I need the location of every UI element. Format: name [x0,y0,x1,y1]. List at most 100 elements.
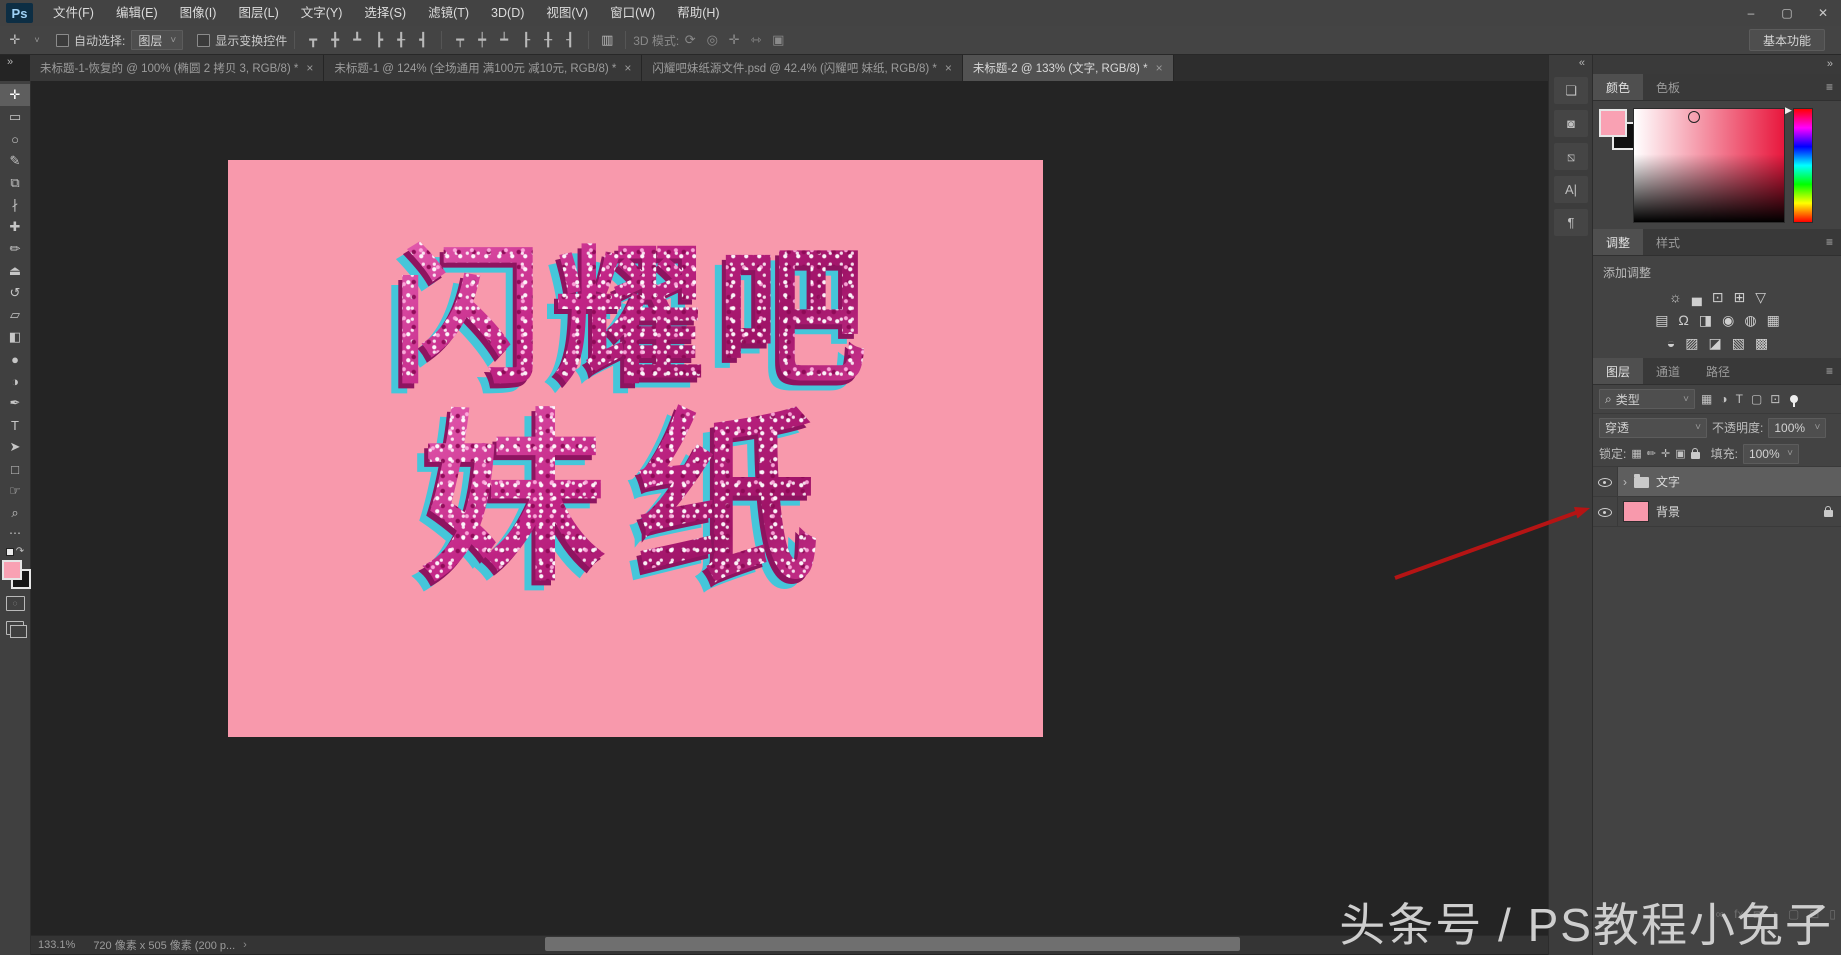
expand-panels-icon[interactable]: « [1549,54,1593,71]
photo-filter-icon[interactable]: ◉ [1722,312,1734,329]
horizontal-scrollbar-thumb[interactable] [545,937,1240,951]
shape-tool[interactable]: □ [0,458,30,480]
layer-visibility-cell[interactable] [1593,467,1618,496]
type-tool[interactable]: T [0,414,30,436]
layer-thumbnail[interactable] [1623,501,1649,522]
3d-roll-icon[interactable]: ◎ [705,32,719,48]
exposure-icon[interactable]: ⊞ [1733,289,1745,306]
3d-pan-icon[interactable]: ✛ [727,32,741,48]
zoom-tool[interactable]: ⌕ [0,502,30,524]
lasso-tool[interactable]: ○ [0,128,30,150]
gradient-map-icon[interactable]: ▩ [1755,335,1768,352]
layer-visibility-cell[interactable] [1593,497,1618,526]
eraser-tool[interactable]: ▱ [0,304,30,326]
3d-slide-icon[interactable]: ⇿ [749,32,763,48]
menu-window[interactable]: 窗口(W) [599,0,666,26]
lock-artboard-icon[interactable]: ▣ [1675,447,1685,460]
tab-adjustments[interactable]: 调整 [1593,229,1643,255]
hue-saturation-icon[interactable]: ▤ [1655,312,1668,329]
lock-position-icon[interactable]: ✛ [1661,447,1670,460]
menu-view[interactable]: 视图(V) [535,0,599,26]
tab-styles[interactable]: 样式 [1643,229,1693,255]
menu-type[interactable]: 文字(Y) [290,0,354,26]
close-button[interactable]: ✕ [1805,0,1841,26]
default-colors-icon[interactable] [6,548,14,556]
edit-toolbar-icon[interactable]: ⋯ [9,526,21,540]
filter-adjustment-layers-icon[interactable]: ◑ [1720,392,1727,406]
layer-filtering-toggle-icon[interactable] [1790,395,1798,403]
quick-mask-icon[interactable]: ◌ [6,596,25,611]
channel-mixer-icon[interactable]: ◍ [1744,312,1756,329]
distribute-top-edges-icon[interactable]: ┯ [453,32,467,48]
posterize-icon[interactable]: ▨ [1685,335,1698,352]
gradient-tool[interactable]: ◧ [0,326,30,348]
filter-type-layers-icon[interactable]: T [1736,392,1743,406]
menu-3d[interactable]: 3D(D) [480,0,535,26]
document-tab-4-active[interactable]: 未标题-2 @ 133% (文字, RGB/8) * × [963,54,1174,81]
document-tab-2[interactable]: 未标题-1 @ 124% (全场通用 满100元 减10元, RGB/8) * … [324,54,642,81]
fill-dropdown[interactable]: 100% ˅ [1743,444,1799,464]
layer-filter-type-dropdown[interactable]: ⌕ 类型 ˅ [1599,389,1695,409]
move-tool[interactable]: ✛ [0,84,30,106]
menu-help[interactable]: 帮助(H) [666,0,730,26]
eye-icon[interactable] [1598,475,1612,488]
close-icon[interactable]: × [306,61,313,75]
panel-menu-icon[interactable]: ≡ [1826,229,1841,255]
panel-menu-icon[interactable]: ≡ [1826,74,1841,100]
brightness-contrast-icon[interactable]: ☼ [1669,289,1682,306]
curves-icon[interactable]: ⊡ [1712,289,1724,306]
minimize-button[interactable]: – [1733,0,1769,26]
align-top-edges-icon[interactable]: ┳ [306,32,320,48]
menu-edit[interactable]: 编辑(E) [105,0,169,26]
eye-icon[interactable] [1598,505,1612,518]
filter-smart-objects-icon[interactable]: ⊡ [1770,392,1780,406]
workspace-switcher[interactable]: 基本功能 [1749,29,1825,51]
auto-select-target-dropdown[interactable]: 图层 ˅ [131,30,183,50]
brush-tool[interactable]: ✏ [0,238,30,260]
group-expand-icon[interactable]: › [1623,475,1627,489]
distribute-bottom-edges-icon[interactable]: ┷ [497,32,511,48]
document-tab-1[interactable]: 未标题-1-恢复的 @ 100% (椭圆 2 拷贝 3, RGB/8) * × [30,54,324,81]
align-vertical-centers-icon[interactable]: ╋ [328,32,342,48]
tab-swatches[interactable]: 色板 [1643,74,1693,100]
tab-channels[interactable]: 通道 [1643,358,1693,384]
panel-menu-icon[interactable]: ≡ [1826,358,1841,384]
foreground-color-swatch[interactable] [2,560,22,580]
zoom-level[interactable]: 133.1% [30,939,83,951]
layer-name[interactable]: 文字 [1656,473,1680,490]
menu-layer[interactable]: 图层(L) [227,0,289,26]
tab-paths[interactable]: 路径 [1693,358,1743,384]
menu-select[interactable]: 选择(S) [353,0,417,26]
color-lookup-icon[interactable]: ▦ [1767,312,1780,329]
tool-preset-caret-icon[interactable]: ˅ [30,35,44,45]
quick-selection-tool[interactable]: ✎ [0,150,30,172]
hue-slider[interactable] [1793,108,1813,223]
dodge-tool[interactable]: ◑ [0,370,30,392]
layer-row-text-group[interactable]: › 文字 [1593,467,1841,497]
selective-color-icon[interactable]: ▧ [1732,335,1745,352]
document-tab-3[interactable]: 闪耀吧妹纸源文件.psd @ 42.4% (闪耀吧 妹纸, RGB/8) * × [642,54,963,81]
swap-colors-icon[interactable]: ↷ [6,546,24,557]
opacity-dropdown[interactable]: 100% ˅ [1768,418,1826,438]
close-icon[interactable]: × [624,61,631,75]
3d-orbit-icon[interactable]: ⟳ [683,32,697,48]
maximize-button[interactable]: ▢ [1769,0,1805,26]
blur-tool[interactable]: ● [0,348,30,370]
history-brush-tool[interactable]: ↺ [0,282,30,304]
screen-mode-icon[interactable] [6,621,24,635]
path-selection-tool[interactable]: ➤ [0,436,30,458]
layer-name[interactable]: 背景 [1656,503,1680,520]
menu-file[interactable]: 文件(F) [42,0,105,26]
tab-color[interactable]: 颜色 [1593,74,1643,100]
auto-select-checkbox[interactable] [56,34,69,47]
align-left-edges-icon[interactable]: ┣ [372,32,386,48]
status-chevron-icon[interactable]: › [243,939,247,951]
close-icon[interactable]: × [945,61,952,75]
color-picker-marker[interactable] [1688,111,1700,123]
filter-shape-layers-icon[interactable]: ▢ [1751,392,1762,406]
invert-icon[interactable]: ◒ [1667,335,1675,352]
auto-align-layers-icon[interactable]: ▥ [600,32,614,48]
threshold-icon[interactable]: ◪ [1709,335,1722,352]
distribute-left-edges-icon[interactable]: ┠ [519,32,533,48]
saturation-brightness-field[interactable] [1633,108,1785,223]
